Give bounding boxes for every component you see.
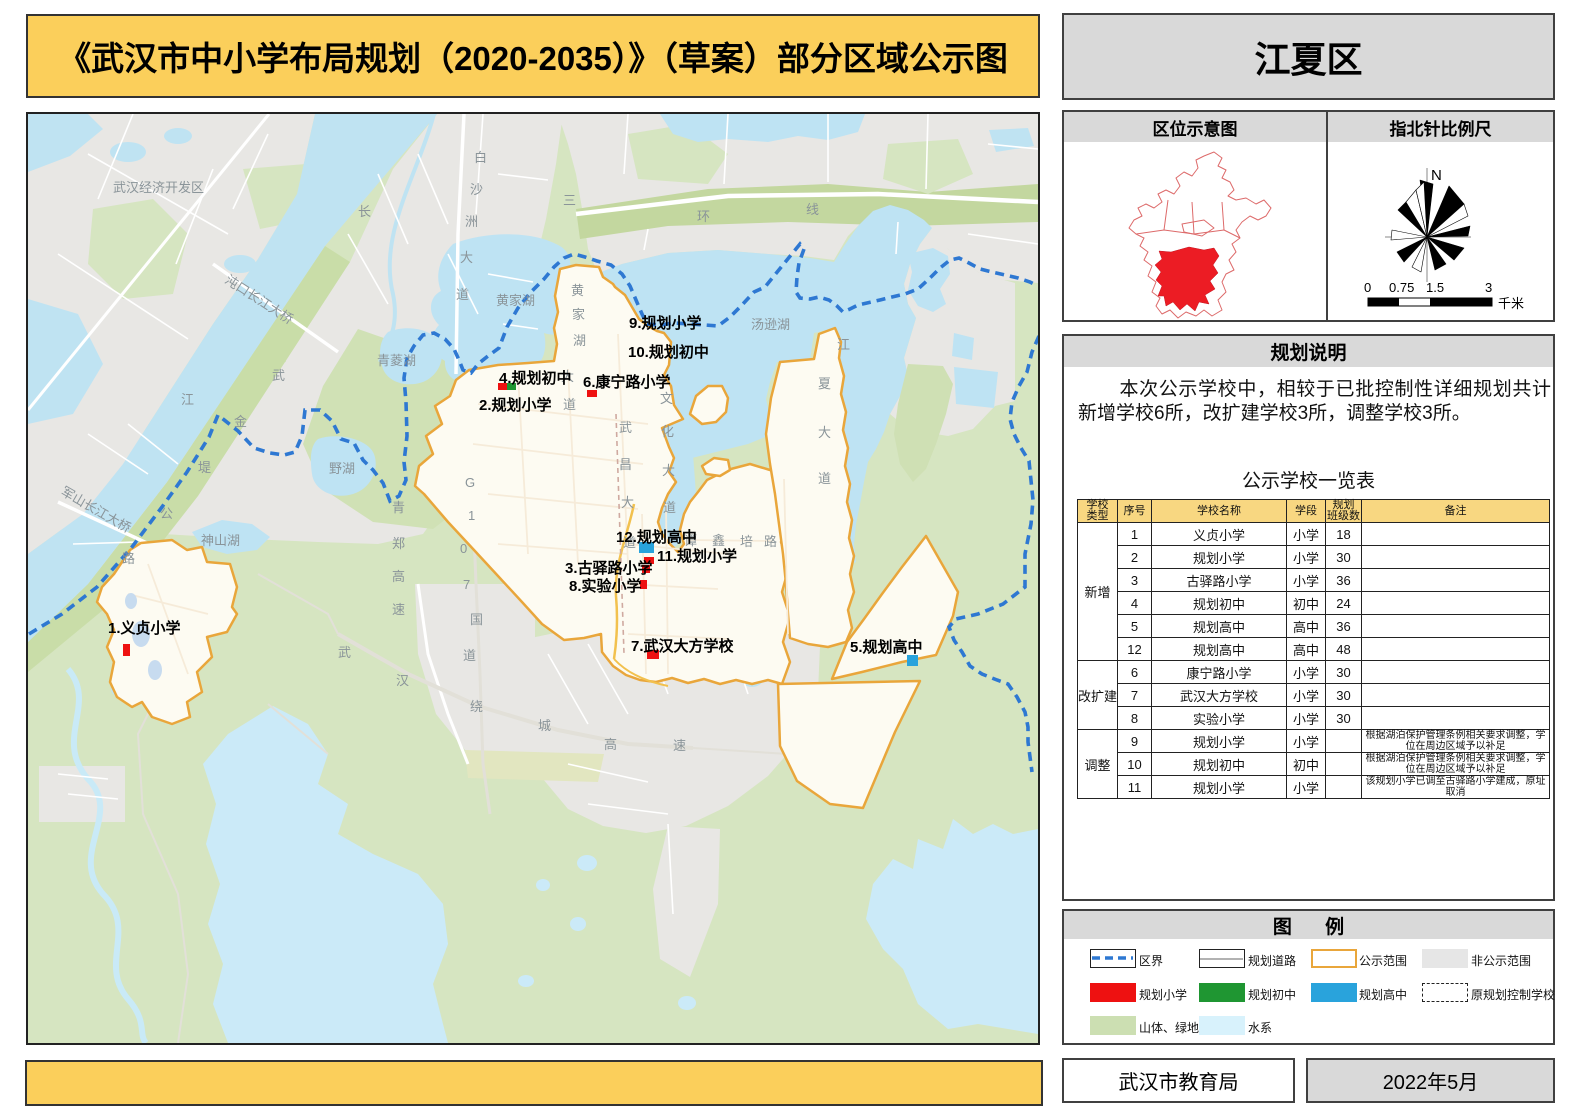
svg-text:线: 线	[806, 202, 819, 217]
svg-text:江: 江	[837, 337, 850, 352]
svg-text:高: 高	[392, 569, 405, 584]
svg-text:12.规划高中: 12.规划高中	[616, 528, 697, 546]
svg-text:武: 武	[619, 420, 632, 435]
svg-text:7: 7	[463, 577, 470, 592]
svg-text:道: 道	[663, 500, 676, 515]
svg-text:8.实验小学: 8.实验小学	[569, 577, 642, 595]
svg-text:大: 大	[621, 495, 634, 510]
svg-text:公: 公	[160, 506, 173, 521]
svg-text:汤逊湖: 汤逊湖	[751, 317, 790, 332]
svg-text:路: 路	[764, 534, 777, 549]
svg-text:家: 家	[572, 307, 585, 322]
svg-text:野湖: 野湖	[329, 461, 355, 476]
svg-text:郑: 郑	[392, 536, 405, 551]
svg-text:10.规划初中: 10.规划初中	[628, 343, 709, 361]
svg-text:国: 国	[470, 612, 483, 627]
svg-text:大: 大	[818, 425, 831, 440]
svg-text:黄: 黄	[571, 283, 584, 298]
svg-text:0: 0	[1364, 280, 1371, 295]
svg-text:黄家湖: 黄家湖	[496, 293, 535, 308]
svg-text:道: 道	[818, 471, 831, 486]
svg-text:长: 长	[358, 204, 371, 219]
svg-text:千米: 千米	[1498, 296, 1524, 311]
svg-text:道: 道	[563, 397, 576, 412]
svg-text:金: 金	[234, 414, 247, 429]
svg-text:湖: 湖	[573, 333, 586, 348]
svg-text:武: 武	[272, 368, 285, 383]
svg-text:三: 三	[563, 193, 576, 208]
svg-text:沙: 沙	[470, 182, 483, 197]
svg-text:0.75: 0.75	[1389, 280, 1414, 295]
svg-text:武汉经济开发区: 武汉经济开发区	[113, 180, 204, 195]
svg-text:速: 速	[392, 602, 405, 617]
svg-text:道: 道	[463, 648, 476, 663]
svg-text:5.规划高中: 5.规划高中	[850, 638, 923, 656]
svg-text:1.5: 1.5	[1426, 280, 1444, 295]
svg-text:汉: 汉	[396, 673, 409, 688]
svg-text:1: 1	[468, 508, 475, 523]
svg-text:11.规划小学: 11.规划小学	[657, 547, 737, 565]
svg-text:洲: 洲	[465, 214, 478, 229]
svg-text:大: 大	[460, 250, 473, 265]
svg-text:神山湖: 神山湖	[201, 533, 240, 548]
svg-text:鑫: 鑫	[712, 533, 725, 548]
svg-text:培: 培	[740, 534, 753, 549]
svg-text:城: 城	[538, 718, 551, 733]
svg-text:路: 路	[122, 551, 135, 566]
svg-text:N: N	[1431, 167, 1442, 184]
svg-text:江: 江	[181, 392, 194, 407]
svg-text:7.武汉大方学校: 7.武汉大方学校	[631, 637, 735, 655]
svg-text:堤: 堤	[198, 460, 211, 475]
svg-text:2.规划小学: 2.规划小学	[479, 396, 552, 414]
svg-text:白: 白	[474, 150, 487, 165]
svg-text:化: 化	[661, 424, 674, 439]
svg-text:文: 文	[660, 391, 673, 406]
svg-text:速: 速	[673, 738, 686, 753]
svg-text:1.义贞小学: 1.义贞小学	[108, 619, 181, 637]
svg-text:G: G	[465, 475, 475, 490]
svg-text:6.康宁路小学: 6.康宁路小学	[583, 373, 671, 391]
svg-text:9.规划小学: 9.规划小学	[629, 314, 702, 332]
svg-text:3: 3	[1485, 280, 1492, 295]
svg-text:绕: 绕	[470, 699, 483, 714]
svg-text:青: 青	[392, 500, 405, 515]
svg-text:武: 武	[338, 645, 351, 660]
svg-text:环: 环	[697, 209, 710, 224]
svg-text:大: 大	[662, 463, 675, 478]
svg-text:0: 0	[460, 541, 467, 556]
svg-text:道: 道	[456, 287, 469, 302]
svg-text:高: 高	[604, 737, 617, 752]
svg-text:3.古驿路小学: 3.古驿路小学	[565, 559, 653, 577]
svg-text:青菱湖: 青菱湖	[377, 353, 416, 368]
svg-text:4.规划初中: 4.规划初中	[499, 369, 572, 387]
svg-text:昌: 昌	[619, 457, 632, 472]
svg-text:夏: 夏	[818, 376, 831, 391]
